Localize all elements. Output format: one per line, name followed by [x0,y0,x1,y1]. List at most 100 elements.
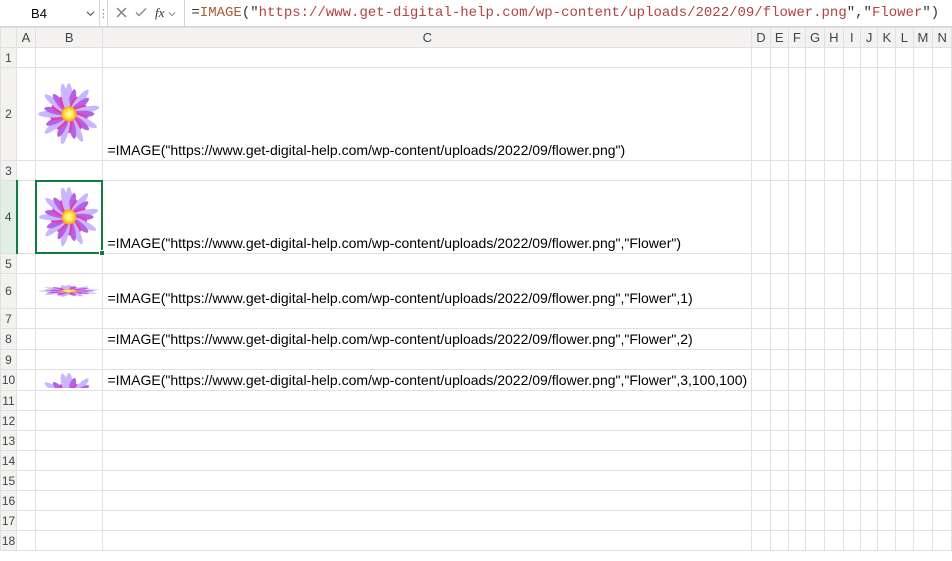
col-header-E[interactable]: E [770,28,788,48]
cell-C17[interactable] [103,511,752,531]
cell-A18[interactable] [17,531,36,551]
cell-B15[interactable] [36,471,103,491]
row-header-2[interactable]: 2 [1,68,17,161]
col-header-A[interactable]: A [17,28,36,48]
cell-J17[interactable] [860,511,877,531]
cell-H10[interactable] [825,370,844,391]
cell-G4[interactable] [805,181,824,254]
cell-F14[interactable] [788,451,805,471]
cell-J7[interactable] [860,309,877,329]
cell-E5[interactable] [770,254,788,274]
cell-A7[interactable] [17,309,36,329]
cell-C10[interactable]: =IMAGE("https://www.get-digital-help.com… [103,370,752,391]
cell-B4[interactable] [36,181,103,254]
cell-G18[interactable] [805,531,824,551]
cell-B8[interactable] [36,329,103,350]
cell-J11[interactable] [860,391,877,411]
cell-E12[interactable] [770,411,788,431]
cell-A1[interactable] [17,48,36,68]
cell-H13[interactable] [825,431,844,451]
cell-J4[interactable] [860,181,877,254]
cell-K18[interactable] [878,531,896,551]
cell-N12[interactable] [933,411,952,431]
col-header-K[interactable]: K [878,28,896,48]
col-header-B[interactable]: B [36,28,103,48]
row-header-13[interactable]: 13 [1,431,17,451]
cell-C5[interactable] [103,254,752,274]
cell-G6[interactable] [805,274,824,309]
cell-L17[interactable] [896,511,913,531]
cell-L13[interactable] [896,431,913,451]
cell-G14[interactable] [805,451,824,471]
cell-H3[interactable] [825,161,844,181]
cell-F13[interactable] [788,431,805,451]
cell-F4[interactable] [788,181,805,254]
cell-C4[interactable]: =IMAGE("https://www.get-digital-help.com… [103,181,752,254]
cell-I5[interactable] [843,254,860,274]
cell-D13[interactable] [752,431,771,451]
col-header-F[interactable]: F [788,28,805,48]
cell-A17[interactable] [17,511,36,531]
cell-M12[interactable] [913,411,933,431]
cell-I14[interactable] [843,451,860,471]
cell-H5[interactable] [825,254,844,274]
cell-E8[interactable] [770,329,788,350]
cell-C9[interactable] [103,350,752,370]
cell-F11[interactable] [788,391,805,411]
cell-M15[interactable] [913,471,933,491]
col-header-M[interactable]: M [913,28,933,48]
cell-H18[interactable] [825,531,844,551]
cell-D14[interactable] [752,451,771,471]
cell-K15[interactable] [878,471,896,491]
cell-K16[interactable] [878,491,896,511]
row-header-16[interactable]: 16 [1,491,17,511]
cell-F16[interactable] [788,491,805,511]
cell-F8[interactable] [788,329,805,350]
cell-M18[interactable] [913,531,933,551]
cell-D10[interactable] [752,370,771,391]
cell-I7[interactable] [843,309,860,329]
cell-A2[interactable] [17,68,36,161]
cell-K14[interactable] [878,451,896,471]
cell-D15[interactable] [752,471,771,491]
cell-C14[interactable] [103,451,752,471]
cell-L8[interactable] [896,329,913,350]
cell-K1[interactable] [878,48,896,68]
cell-A12[interactable] [17,411,36,431]
cell-C6[interactable]: =IMAGE("https://www.get-digital-help.com… [103,274,752,309]
cell-N16[interactable] [933,491,952,511]
cell-D18[interactable] [752,531,771,551]
cell-G16[interactable] [805,491,824,511]
cell-N17[interactable] [933,511,952,531]
cell-E11[interactable] [770,391,788,411]
cell-A14[interactable] [17,451,36,471]
cell-G5[interactable] [805,254,824,274]
cell-I1[interactable] [843,48,860,68]
cell-M2[interactable] [913,68,933,161]
cell-D2[interactable] [752,68,771,161]
cell-C11[interactable] [103,391,752,411]
cell-E18[interactable] [770,531,788,551]
cell-F1[interactable] [788,48,805,68]
cell-L9[interactable] [896,350,913,370]
cell-M1[interactable] [913,48,933,68]
cell-A10[interactable] [17,370,36,391]
row-header-6[interactable]: 6 [1,274,17,309]
cell-N10[interactable] [933,370,952,391]
cell-A11[interactable] [17,391,36,411]
cell-D16[interactable] [752,491,771,511]
cell-L14[interactable] [896,451,913,471]
worksheet[interactable]: ABCDEFGHIJKLMN12 =IMAGE("https://www.get… [0,27,952,551]
formula-input[interactable]: =IMAGE("https://www.get-digital-help.com… [185,0,952,26]
cell-A3[interactable] [17,161,36,181]
cell-B12[interactable] [36,411,103,431]
cell-B1[interactable] [36,48,103,68]
name-box[interactable] [0,0,100,26]
cell-J1[interactable] [860,48,877,68]
cell-G15[interactable] [805,471,824,491]
cell-D5[interactable] [752,254,771,274]
cell-H6[interactable] [825,274,844,309]
cell-B5[interactable] [36,254,103,274]
cell-M14[interactable] [913,451,933,471]
cell-J18[interactable] [860,531,877,551]
